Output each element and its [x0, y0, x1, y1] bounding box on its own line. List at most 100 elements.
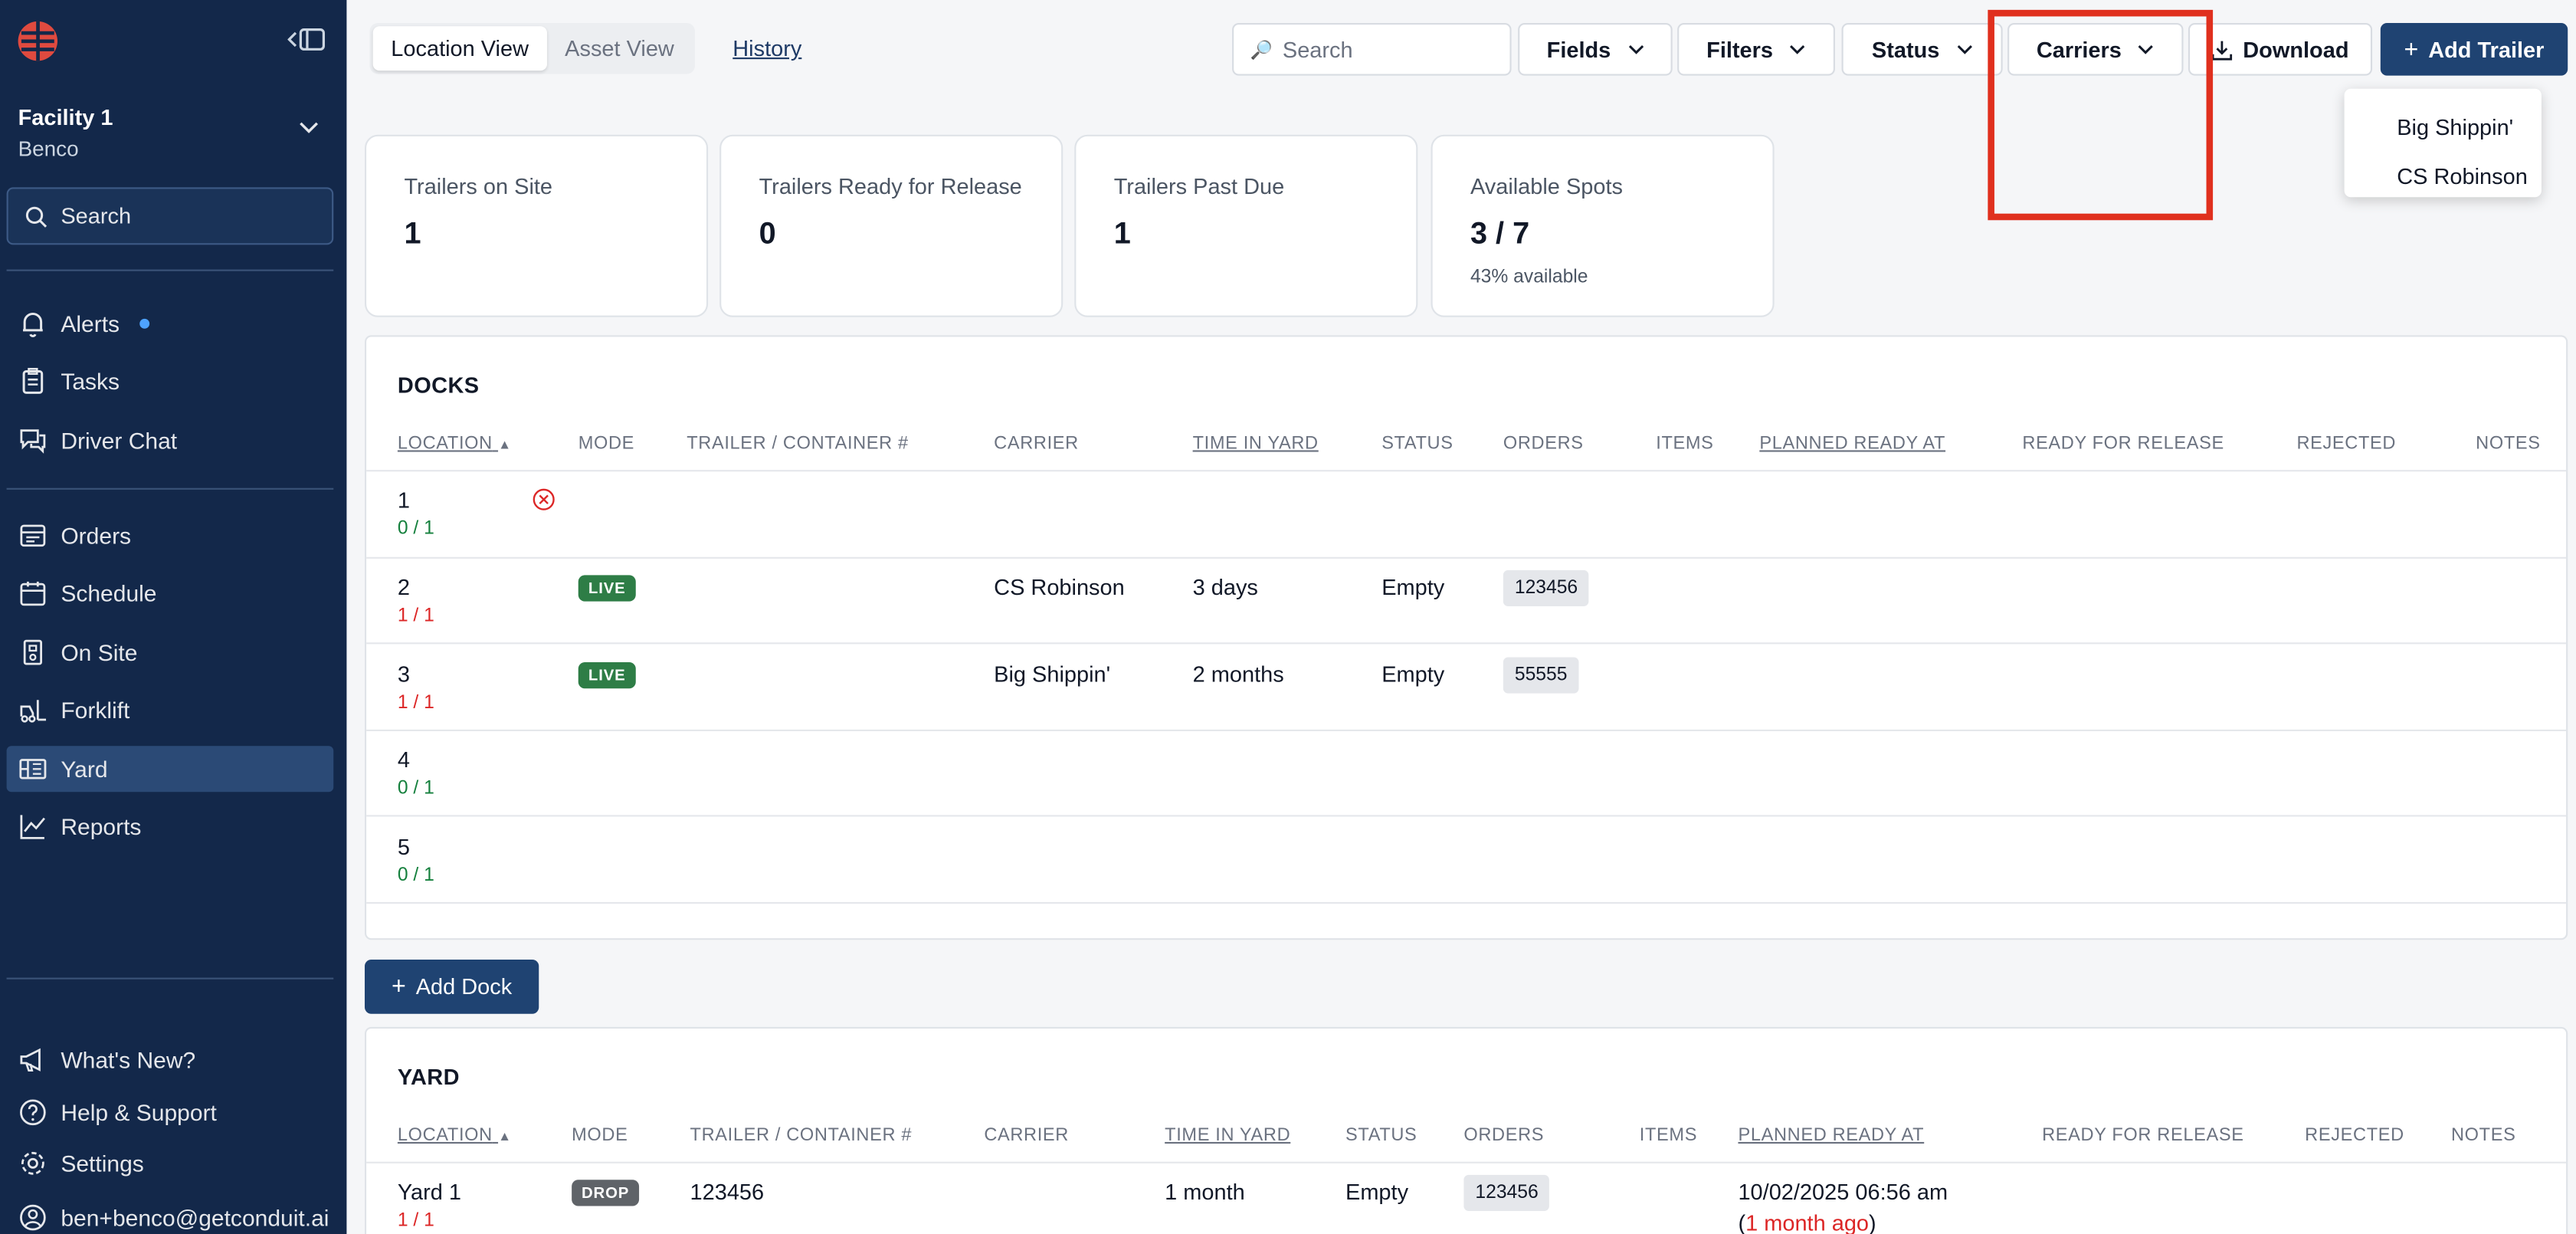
- yard-icon: [19, 759, 47, 779]
- stat-label: Trailers on Site: [404, 174, 553, 199]
- column-header-location[interactable]: LOCATION ▲: [398, 434, 512, 454]
- chevron-down-icon: [1790, 44, 1805, 54]
- dock-location[interactable]: 1: [398, 488, 410, 513]
- column-header-notes: NOTES: [2450, 1125, 2516, 1146]
- yard-planned-relative: (1 month ago): [1738, 1210, 1876, 1234]
- carrier-option-big-shippin[interactable]: Big Shippin': [2345, 102, 2542, 151]
- stat-label: Trailers Ready for Release: [759, 174, 1022, 199]
- sidebar-search-label: Search: [61, 203, 132, 228]
- sidebar-item-label: Tasks: [61, 368, 120, 395]
- sidebar-item-settings[interactable]: Settings: [7, 1140, 334, 1186]
- clipboard-icon: [22, 367, 44, 394]
- sidebar-item-on-site[interactable]: On Site: [7, 629, 334, 675]
- dock-location[interactable]: 4: [398, 747, 410, 772]
- dock-carrier: Big Shippin': [994, 661, 1111, 688]
- view-toggle: Location View Asset View: [369, 23, 696, 74]
- search-icon: 🔎: [1250, 40, 1273, 61]
- close-circle-icon[interactable]: [533, 488, 556, 511]
- mode-badge: DROP: [572, 1180, 640, 1206]
- collapse-sidebar-icon[interactable]: [287, 26, 326, 52]
- stat-value: 1: [1113, 215, 1131, 250]
- sidebar-item-whats-new[interactable]: What's New?: [7, 1037, 334, 1083]
- download-button[interactable]: Download: [2188, 23, 2373, 76]
- search-input[interactable]: 🔎 Search: [1232, 23, 1512, 76]
- dock-location[interactable]: 2: [398, 575, 410, 599]
- stat-card-available-spots: Available Spots 3 / 7 43% available: [1431, 134, 1775, 317]
- search-icon: [25, 205, 48, 227]
- add-trailer-label: Add Trailer: [2428, 37, 2545, 62]
- column-header-time-in-yard[interactable]: TIME IN YARD: [1193, 434, 1319, 454]
- yard-trailer[interactable]: 123456: [690, 1180, 765, 1204]
- column-header-time-in-yard[interactable]: TIME IN YARD: [1165, 1126, 1290, 1146]
- carrier-option-cs-robinson[interactable]: CS Robinson: [2345, 151, 2542, 200]
- fields-button[interactable]: Fields: [1518, 23, 1673, 76]
- sidebar-item-alerts[interactable]: Alerts: [7, 300, 334, 346]
- sidebar-item-label: Forklift: [61, 696, 130, 724]
- stat-value: 0: [759, 215, 776, 250]
- add-trailer-button[interactable]: + Add Trailer: [2380, 23, 2568, 76]
- stat-label: Available Spots: [1470, 174, 1623, 199]
- row-divider: [366, 815, 2567, 817]
- sidebar-item-schedule[interactable]: Schedule: [7, 570, 334, 616]
- yard-location[interactable]: Yard 1: [398, 1180, 461, 1204]
- dock-time-in-yard: 2 months: [1192, 661, 1284, 688]
- sidebar-item-label: Reports: [61, 813, 142, 840]
- tab-asset-view[interactable]: Asset View: [547, 26, 693, 71]
- docks-title: DOCKS: [397, 372, 480, 398]
- sidebar-item-reports[interactable]: Reports: [7, 803, 334, 849]
- conduit-logo-icon[interactable]: [16, 20, 59, 63]
- dock-status: Empty: [1381, 575, 1445, 600]
- dock-location[interactable]: 3: [398, 662, 410, 687]
- row-divider: [366, 901, 2567, 904]
- dock-carrier: CS Robinson: [994, 575, 1125, 600]
- tab-location-view[interactable]: Location View: [372, 26, 547, 71]
- sidebar-item-label: Schedule: [61, 579, 157, 607]
- sidebar-item-orders[interactable]: Orders: [7, 513, 334, 559]
- add-dock-button[interactable]: + Add Dock: [364, 959, 539, 1014]
- history-link[interactable]: History: [732, 36, 801, 61]
- forklift-icon: [20, 700, 47, 723]
- sidebar-item-forklift[interactable]: Forklift: [7, 687, 334, 733]
- dock-location[interactable]: 5: [398, 835, 410, 859]
- fields-label: Fields: [1546, 37, 1611, 62]
- column-header-planned-ready-at[interactable]: PLANNED READY AT: [1759, 434, 1945, 454]
- sidebar-item-tasks[interactable]: Tasks: [7, 358, 334, 404]
- column-header-trailer: TRAILER / CONTAINER #: [690, 1125, 913, 1146]
- sidebar-item-help[interactable]: Help & Support: [7, 1089, 334, 1135]
- column-header-location[interactable]: LOCATION ▲: [398, 1126, 512, 1146]
- add-dock-label: Add Dock: [415, 974, 513, 999]
- dock-status: Empty: [1381, 661, 1445, 688]
- dock-occupancy: 0 / 1: [397, 865, 434, 886]
- main-content: Location View Asset View History 🔎 Searc…: [346, 0, 2576, 1234]
- sidebar-item-label: Driver Chat: [61, 427, 178, 454]
- order-chip[interactable]: 55555: [1503, 657, 1579, 694]
- status-button[interactable]: Status: [1841, 23, 2003, 76]
- order-chip[interactable]: 123456: [1503, 569, 1590, 607]
- dock-occupancy: 1 / 1: [397, 693, 434, 714]
- column-header-items: ITEMS: [1656, 433, 1714, 454]
- yard-occupancy: 1 / 1: [397, 1210, 434, 1231]
- facility-selector[interactable]: Facility 1 Benco: [18, 105, 113, 161]
- column-header-orders: ORDERS: [1503, 433, 1584, 454]
- sidebar-item-driver-chat[interactable]: Driver Chat: [7, 418, 334, 464]
- status-label: Status: [1871, 37, 1940, 62]
- order-chip[interactable]: 123456: [1463, 1174, 1550, 1211]
- column-header-planned-ready-at[interactable]: PLANNED READY AT: [1738, 1126, 1924, 1146]
- column-header-carrier: CARRIER: [994, 433, 1079, 454]
- column-header-carrier: CARRIER: [984, 1125, 1069, 1146]
- chevron-down-icon[interactable]: [299, 122, 319, 135]
- filters-button[interactable]: Filters: [1677, 23, 1835, 76]
- stat-value: 3 / 7: [1470, 215, 1530, 250]
- column-header-mode: MODE: [572, 1125, 628, 1146]
- mode-badge: LIVE: [578, 575, 636, 602]
- row-divider: [366, 729, 2567, 731]
- row-divider: [366, 556, 2567, 559]
- sidebar-item-account[interactable]: ben+benco@getconduit.ai: [7, 1195, 334, 1234]
- stat-card-ready-for-release: Trailers Ready for Release 0: [719, 134, 1064, 317]
- sidebar-item-yard[interactable]: Yard: [6, 746, 334, 793]
- sidebar-search[interactable]: Search: [6, 187, 334, 245]
- plus-icon: +: [392, 973, 406, 1001]
- chevron-down-icon: [1627, 44, 1644, 54]
- yard-status: Empty: [1345, 1180, 1409, 1205]
- row-divider: [366, 470, 2567, 472]
